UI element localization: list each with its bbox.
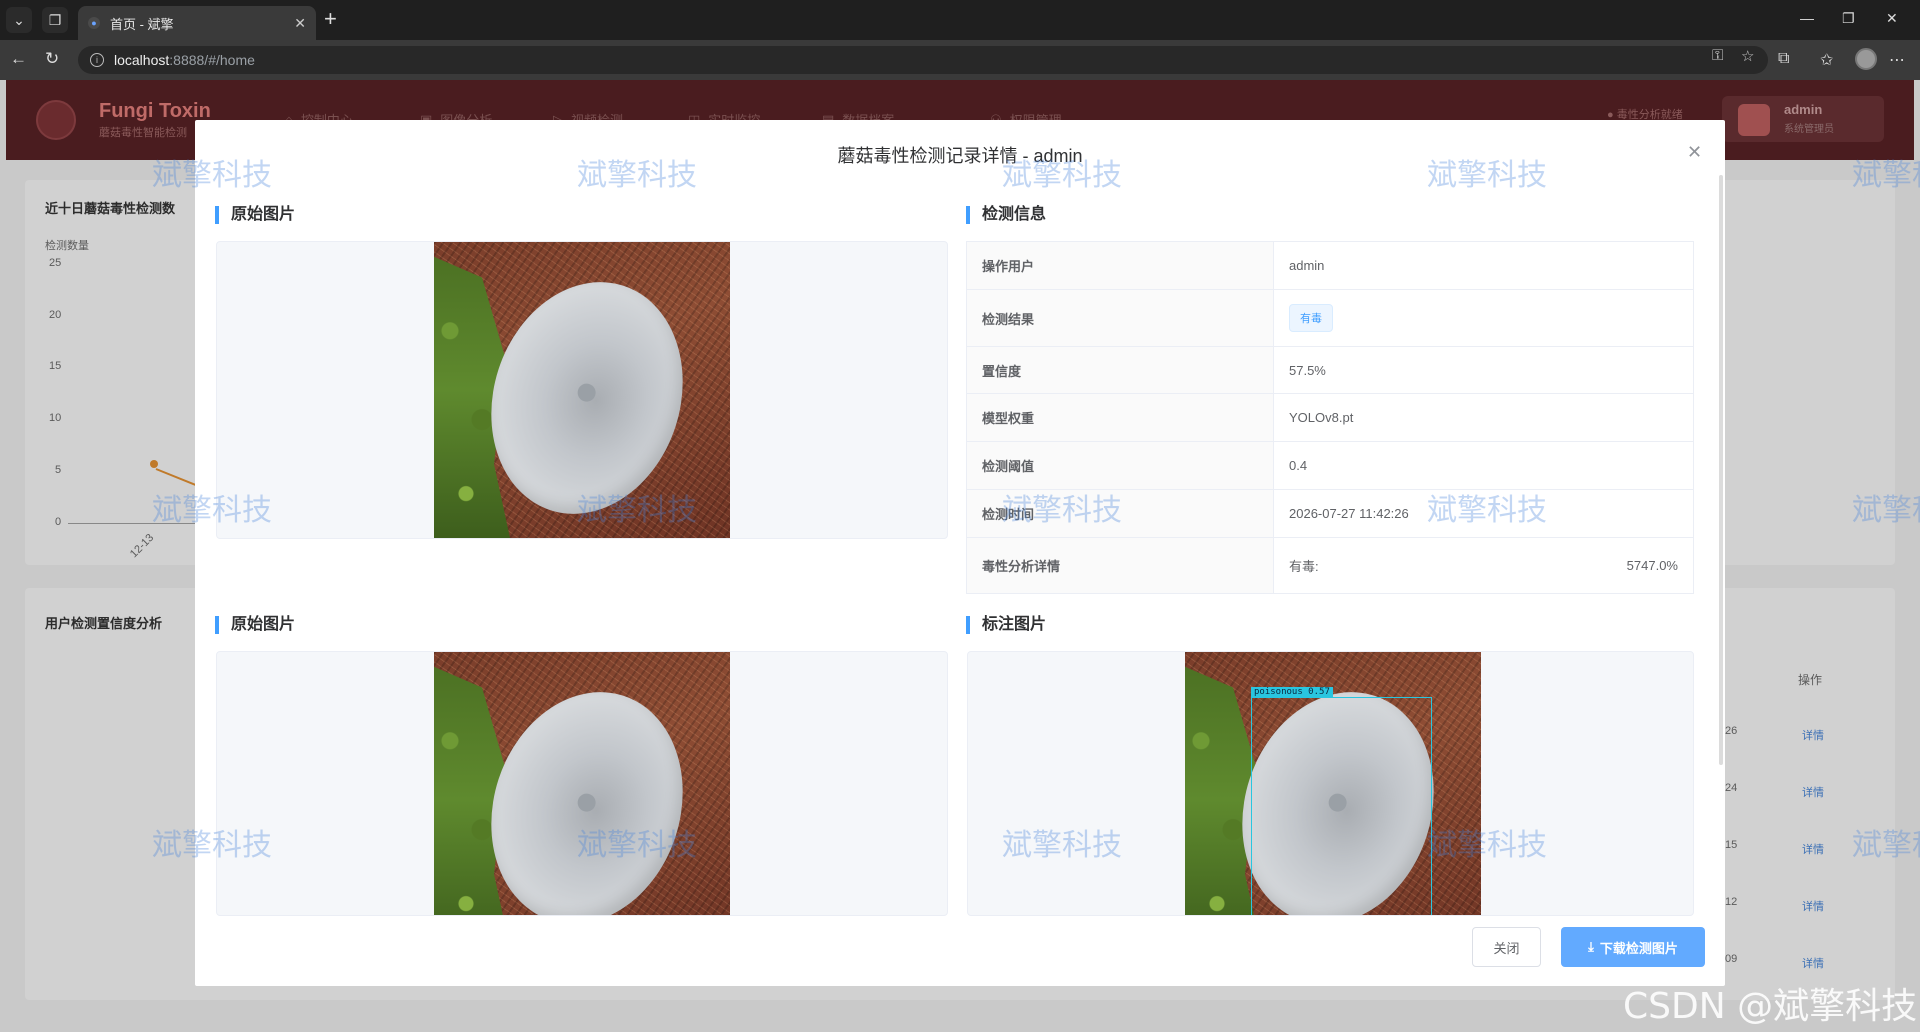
original-image [434, 242, 730, 538]
chart-ylabel: 检测数量 [45, 240, 89, 252]
restore-button[interactable]: ❐ [1842, 10, 1855, 27]
workspaces-button[interactable]: ❐ [42, 7, 68, 33]
row-value: 12 [1725, 896, 1738, 908]
detection-bounding-box [1251, 697, 1432, 915]
mushroom-cap [462, 667, 712, 915]
info-label: 检测结果 [967, 290, 1274, 346]
detection-info-table: 操作用户 admin 检测结果 有毒 置信度 57.5% 模型权重 YOLOv8… [966, 241, 1694, 594]
info-value: admin [1289, 258, 1325, 273]
url-host: localhost [114, 52, 170, 68]
info-label: 模型权重 [967, 394, 1274, 441]
info-value: 57.5% [1289, 362, 1326, 378]
annotated-image-frame: poisonous 0.57 [967, 651, 1694, 916]
info-value: 2026-07-27 11:42:26 [1289, 506, 1409, 521]
row-value: 26 [1725, 725, 1738, 737]
info-row: 置信度 57.5% [967, 347, 1693, 394]
annotated-image: poisonous 0.57 [1185, 652, 1481, 915]
info-label: 检测阈值 [967, 442, 1274, 489]
info-row: 模型权重 YOLOv8.pt [967, 394, 1693, 442]
op-column-header: 操作 [1798, 673, 1823, 687]
key-icon[interactable]: ⚿ [1712, 47, 1723, 64]
download-image-button[interactable]: ⤓ 下载检测图片 [1561, 927, 1705, 967]
back-icon[interactable]: ← [10, 49, 27, 69]
close-icon[interactable]: ✕ [1687, 142, 1702, 163]
minimize-button[interactable]: — [1800, 10, 1814, 26]
profile-avatar[interactable] [1855, 48, 1877, 70]
favicon-icon: ● [88, 17, 100, 29]
csdn-watermark: CSDN @斌擎科技 [1623, 986, 1918, 1027]
extensions-icon[interactable]: ⧉ [1778, 50, 1789, 68]
new-tab-button[interactable]: + [324, 8, 337, 30]
original-image-frame [216, 241, 948, 539]
tab-title: 首页 - 斌擎 [110, 16, 174, 32]
row-value: 15 [1725, 839, 1738, 851]
close-button[interactable]: 关闭 [1472, 927, 1541, 967]
bbox-label: poisonous 0.57 [1251, 687, 1333, 698]
detail-link[interactable]: 详情 [1802, 955, 1824, 971]
user-role: 系统管理员 [1784, 124, 1834, 135]
y-tick: 20 [49, 309, 62, 321]
original-image-frame-2 [216, 651, 948, 916]
download-label: 下载检测图片 [1599, 940, 1678, 956]
info-row: 毒性分析详情 有毒: 5747.0% [967, 538, 1693, 593]
x-axis [68, 523, 198, 524]
y-tick: 0 [55, 516, 62, 528]
section-title-info: 检测信息 [966, 206, 1046, 224]
info-label: 操作用户 [967, 242, 1274, 289]
browser-tab[interactable]: ● 首页 - 斌擎 ✕ [78, 6, 316, 40]
more-menu-icon[interactable]: ⋯ [1889, 50, 1905, 70]
bookmark-star-icon[interactable]: ☆ [1741, 47, 1754, 65]
user-name: admin [1784, 102, 1823, 117]
close-window-button[interactable]: ✕ [1886, 10, 1898, 27]
brand-subtitle: 蘑菇毒性智能检测 [99, 127, 187, 139]
record-detail-dialog: 蘑菇毒性检测记录详情 - admin ✕ 原始图片 检测信息 操作用户 admi… [195, 120, 1725, 986]
y-tick: 15 [49, 360, 62, 372]
tab-list-button[interactable]: ⌄ [6, 7, 32, 33]
info-value: 有毒 [1274, 290, 1693, 346]
y-tick: 25 [49, 257, 62, 269]
info-row: 检测结果 有毒 [967, 290, 1693, 347]
user-avatar [1738, 104, 1770, 136]
chart-point [150, 460, 158, 468]
info-row: 操作用户 admin [967, 242, 1693, 290]
info-label: 检测时间 [967, 490, 1274, 537]
close-tab-icon[interactable]: ✕ [294, 15, 306, 32]
section-title-original-2: 原始图片 [215, 616, 295, 634]
info-label: 毒性分析详情 [967, 538, 1274, 593]
browser-tab-bar: ⌄ ❐ ● 首页 - 斌擎 ✕ + — ❐ ✕ [0, 0, 1920, 40]
detail-link[interactable]: 详情 [1802, 784, 1824, 800]
download-icon: ⤓ [1588, 939, 1594, 954]
y-tick: 10 [49, 412, 62, 424]
y-tick: 5 [55, 464, 62, 476]
row-value: 09 [1725, 953, 1738, 965]
toxicity-label: 有毒: [1289, 559, 1319, 574]
site-info-icon[interactable]: i [90, 53, 104, 67]
url-path: :8888/#/home [169, 52, 255, 68]
detail-link[interactable]: 详情 [1802, 898, 1824, 914]
result-tag: 有毒 [1289, 304, 1333, 332]
info-row: 检测时间 2026-07-27 11:42:26 [967, 490, 1693, 538]
info-row: 检测阈值 0.4 [967, 442, 1693, 490]
favorites-icon[interactable]: ✩ [1820, 50, 1833, 70]
brand-title: Fungi Toxin [99, 100, 211, 122]
address-bar-row: ← ↻ i localhost:8888/#/home ⚿ ☆ ⧉ ✩ ⋯ [0, 40, 1920, 80]
confidence-card-title: 用户检测置信度分析 [45, 616, 163, 631]
detail-link[interactable]: 详情 [1802, 727, 1824, 743]
toxicity-value: 5747.0% [1626, 558, 1678, 573]
chart-title: 近十日蘑菇毒性检测数 [45, 201, 176, 216]
section-title-original: 原始图片 [215, 206, 295, 224]
url-field[interactable]: i localhost:8888/#/home [78, 46, 1768, 74]
dialog-title: 蘑菇毒性检测记录详情 - admin [837, 146, 1083, 166]
row-value: 24 [1725, 782, 1738, 794]
logo-icon [36, 100, 76, 140]
info-value: YOLOv8.pt [1289, 410, 1354, 425]
detail-link[interactable]: 详情 [1802, 841, 1824, 857]
original-image-2 [434, 652, 730, 915]
reload-icon[interactable]: ↻ [45, 49, 59, 69]
dialog-scrollbar[interactable] [1719, 175, 1723, 765]
info-value: 有毒: 5747.0% [1274, 538, 1693, 593]
info-value: 0.4 [1289, 458, 1308, 473]
info-label: 置信度 [967, 347, 1274, 393]
section-title-annotated: 标注图片 [966, 616, 1046, 634]
